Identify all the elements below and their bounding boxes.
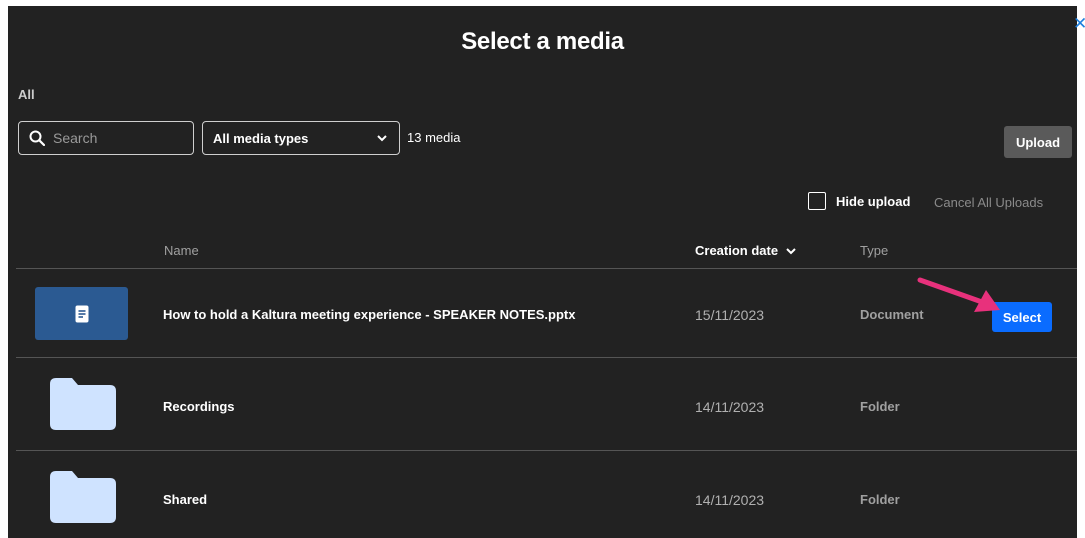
column-header-type[interactable]: Type: [860, 243, 888, 258]
breadcrumb[interactable]: All: [18, 87, 35, 102]
header-divider: [16, 268, 1077, 269]
row-name[interactable]: Recordings: [163, 399, 235, 414]
search-box[interactable]: [18, 121, 194, 155]
folder-icon: [50, 471, 116, 523]
select-media-dialog: Select a media All All media types 13 me…: [8, 6, 1077, 538]
dialog-title: Select a media: [461, 28, 624, 55]
document-icon: [75, 305, 88, 322]
document-thumbnail: [35, 287, 128, 340]
creation-date-label: Creation date: [695, 243, 779, 258]
row-date: 14/11/2023: [695, 399, 765, 415]
sort-descending-icon: [786, 247, 796, 254]
row-type: Document: [860, 307, 924, 322]
column-header-name[interactable]: Name: [164, 243, 199, 258]
media-count: 13 media: [407, 130, 461, 145]
row-date: 15/11/2023: [695, 307, 765, 323]
hide-upload-label: Hide upload: [836, 193, 911, 209]
search-icon: [29, 130, 45, 146]
chevron-down-icon: [377, 135, 387, 142]
hide-upload-checkbox[interactable]: [808, 192, 826, 210]
pointer-arrow-icon: [917, 277, 1000, 312]
search-input[interactable]: [53, 130, 183, 146]
upload-button[interactable]: Upload: [1004, 126, 1072, 158]
cancel-all-uploads-button[interactable]: Cancel All Uploads: [934, 195, 1043, 210]
folder-icon: [50, 378, 116, 430]
close-icon[interactable]: ✕: [1073, 14, 1085, 34]
row-type: Folder: [860, 492, 900, 507]
row-divider: [16, 357, 1077, 358]
row-divider: [16, 450, 1077, 451]
column-header-creation-date[interactable]: Creation date: [695, 243, 796, 258]
row-type: Folder: [860, 399, 900, 414]
row-date: 14/11/2023: [695, 492, 765, 508]
media-type-selected: All media types: [213, 130, 309, 146]
hide-upload-toggle[interactable]: Hide upload: [808, 192, 910, 210]
media-type-select[interactable]: All media types: [202, 121, 400, 155]
row-name[interactable]: How to hold a Kaltura meeting experience…: [163, 307, 575, 322]
row-name[interactable]: Shared: [163, 492, 207, 507]
